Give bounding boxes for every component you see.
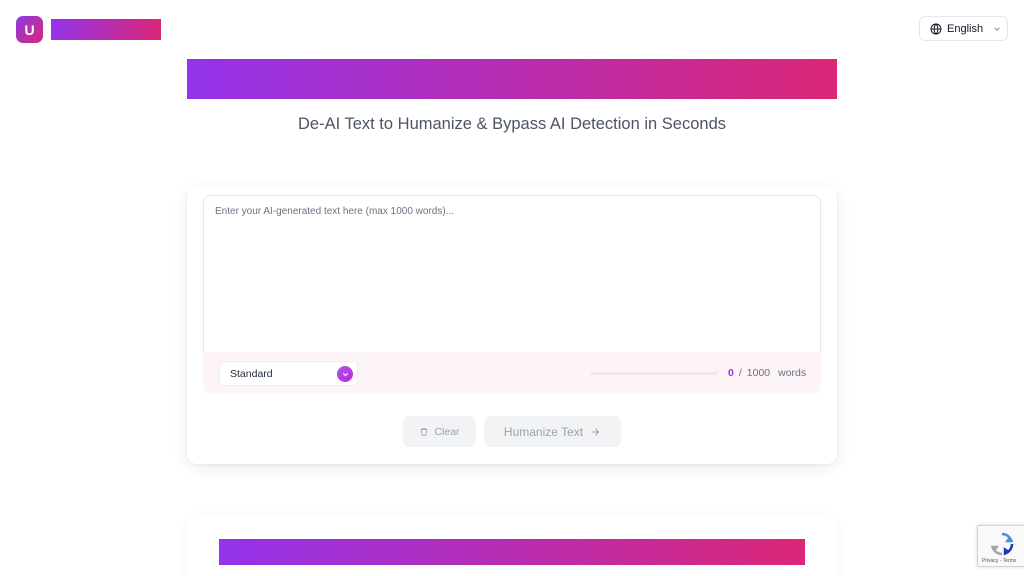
arrow-right-icon bbox=[591, 428, 600, 435]
chevron-down-icon bbox=[994, 26, 1000, 31]
top-header: U English bbox=[0, 0, 1024, 58]
recaptcha-badge[interactable]: Privacy - Terms bbox=[977, 525, 1024, 567]
trash-icon bbox=[420, 427, 429, 436]
word-count-unit: words bbox=[778, 367, 807, 379]
page-subtitle: De-AI Text to Humanize & Bypass AI Detec… bbox=[298, 115, 726, 133]
secondary-section-card bbox=[187, 515, 837, 576]
chevron-down-icon bbox=[337, 366, 353, 382]
humanize-text-button[interactable]: Humanize Text bbox=[484, 416, 621, 447]
logo-badge[interactable]: U bbox=[16, 16, 43, 43]
logo-wordmark[interactable] bbox=[51, 19, 161, 40]
humanizer-card: Standard 0 / 1000 words Clear Humanize T… bbox=[187, 187, 837, 464]
language-selector[interactable]: English bbox=[919, 16, 1008, 41]
humanize-button-label: Humanize Text bbox=[503, 424, 584, 439]
logo-letter: U bbox=[24, 21, 35, 38]
word-count-separator: / bbox=[738, 367, 742, 379]
editor-controls: Standard 0 / 1000 words bbox=[203, 352, 821, 394]
recaptcha-icon bbox=[990, 532, 1014, 556]
globe-icon bbox=[930, 22, 942, 35]
mode-select[interactable]: Standard bbox=[219, 361, 358, 386]
clear-button-label: Clear bbox=[434, 425, 460, 438]
ai-text-input[interactable] bbox=[203, 195, 821, 355]
language-label: English bbox=[947, 22, 984, 35]
clear-button[interactable]: Clear bbox=[403, 416, 476, 447]
recaptcha-links: Privacy - Terms bbox=[982, 558, 1017, 564]
mode-selected-label: Standard bbox=[230, 367, 273, 380]
word-count-current: 0 bbox=[728, 367, 734, 379]
word-progress-bar bbox=[590, 372, 718, 375]
hero-title-banner bbox=[187, 59, 837, 99]
word-counter: 0 / 1000 words bbox=[728, 367, 806, 379]
section-heading-banner bbox=[219, 539, 805, 565]
word-count-max: 1000 bbox=[746, 367, 771, 379]
